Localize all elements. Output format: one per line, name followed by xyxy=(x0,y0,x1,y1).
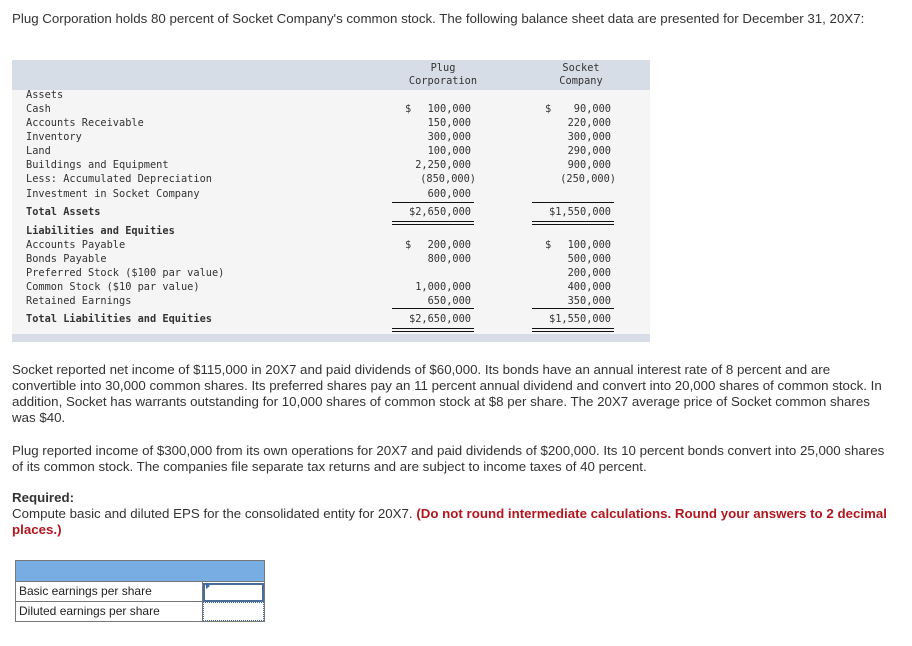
plug-value: 1,000,000 xyxy=(415,281,471,293)
row-label: Cash xyxy=(26,103,51,115)
plug-value: 600,000 xyxy=(427,188,471,200)
table-row: Inventory 300,000 300,000 xyxy=(12,130,650,144)
row-label: Bonds Payable xyxy=(26,253,107,265)
plug-value: (850,000) xyxy=(420,173,476,185)
plug-info-paragraph: Plug reported income of $300,000 from it… xyxy=(12,443,885,474)
row-label: Inventory xyxy=(26,131,82,143)
table-row: Buildings and Equipment 2,250,000 900,00… xyxy=(12,158,650,172)
basic-eps-input[interactable] xyxy=(203,583,264,602)
total-double-rule xyxy=(532,328,614,332)
balance-sheet-table: Plug Corporation Socket Company Assets C… xyxy=(12,60,650,342)
row-label: Accounts Payable xyxy=(26,239,126,251)
socket-value: 400,000 xyxy=(567,281,611,293)
table-row: Accounts Receivable 150,000 220,000 xyxy=(12,116,650,130)
answer-table: Basic earnings per share Diluted earning… xyxy=(15,560,265,622)
row-label: Less: Accumulated Depreciation xyxy=(26,173,212,185)
socket-value: 350,000 xyxy=(567,295,611,307)
liabilities-heading-row: Liabilities and Equities xyxy=(12,224,650,238)
row-label: Buildings and Equipment xyxy=(26,159,169,171)
total-double-rule xyxy=(392,328,474,332)
socket-value: 200,000 xyxy=(567,267,611,279)
socket-value: $1,550,000 xyxy=(549,206,611,218)
subtotal-rule xyxy=(392,202,474,203)
socket-value: (250,000) xyxy=(560,173,616,185)
socket-value: $1,550,000 xyxy=(549,313,611,325)
problem-intro: Plug Corporation holds 80 percent of Soc… xyxy=(12,11,865,26)
plug-value: 100,000 xyxy=(427,145,471,157)
plug-value: 800,000 xyxy=(427,253,471,265)
socket-value: 900,000 xyxy=(567,159,611,171)
socket-value: 220,000 xyxy=(567,117,611,129)
plug-value: 300,000 xyxy=(427,131,471,143)
answer-table-header xyxy=(16,561,264,582)
row-label: Total Assets xyxy=(26,206,101,218)
table-row: Common Stock ($10 par value) 1,000,000 4… xyxy=(12,280,650,294)
row-label: Common Stock ($10 par value) xyxy=(26,281,200,293)
plug-value: 2,250,000 xyxy=(415,159,471,171)
required-text: Compute basic and diluted EPS for the co… xyxy=(12,506,892,538)
diluted-eps-label: Diluted earnings per share xyxy=(16,602,203,621)
balance-sheet-footer xyxy=(12,334,650,342)
required-question: Compute basic and diluted EPS for the co… xyxy=(12,506,417,521)
diluted-eps-input[interactable] xyxy=(203,602,264,621)
section-heading: Liabilities and Equities xyxy=(26,225,175,237)
table-row: Accounts Payable $ 200,000 $ 100,000 xyxy=(12,238,650,252)
table-row: Preferred Stock ($100 par value) 200,000 xyxy=(12,266,650,280)
socket-value: 300,000 xyxy=(567,131,611,143)
socket-info-paragraph: Socket reported net income of $115,000 i… xyxy=(12,362,882,425)
socket-value: 100,000 xyxy=(567,239,611,251)
socket-value: 500,000 xyxy=(567,253,611,265)
plug-value: 200,000 xyxy=(427,239,471,251)
table-row: Bonds Payable 800,000 500,000 xyxy=(12,252,650,266)
subtotal-rule xyxy=(392,308,474,309)
row-label: Preferred Stock ($100 par value) xyxy=(26,267,225,279)
plug-value: 650,000 xyxy=(427,295,471,307)
answer-row-basic-eps: Basic earnings per share xyxy=(16,582,264,602)
subtotal-rule xyxy=(532,308,614,309)
plug-value: 100,000 xyxy=(427,103,471,115)
required-label: Required: xyxy=(12,490,75,505)
plug-value: $2,650,000 xyxy=(409,206,471,218)
table-row: Retained Earnings 650,000 350,000 xyxy=(12,294,650,308)
row-label: Total Liabilities and Equities xyxy=(26,313,212,325)
table-row: Land 100,000 290,000 xyxy=(12,144,650,158)
plug-value: $2,650,000 xyxy=(409,313,471,325)
column-header-socket: Socket Company xyxy=(559,62,603,87)
socket-value: 290,000 xyxy=(567,145,611,157)
table-row: Less: Accumulated Depreciation (850,000)… xyxy=(12,172,650,186)
answer-row-diluted-eps: Diluted earnings per share xyxy=(16,601,264,621)
total-liabilities-row: Total Liabilities and Equities $2,650,00… xyxy=(12,312,650,326)
total-assets-row: Total Assets $2,650,000 $1,550,000 xyxy=(12,205,650,219)
row-label: Land xyxy=(26,145,51,157)
socket-value: 90,000 xyxy=(573,103,611,115)
row-label: Accounts Receivable xyxy=(26,117,144,129)
active-cell-flag-icon xyxy=(206,583,210,589)
table-row: Investment in Socket Company 600,000 xyxy=(12,187,650,201)
assets-heading-row: Assets xyxy=(12,88,650,102)
plug-value: 150,000 xyxy=(427,117,471,129)
row-label: Investment in Socket Company xyxy=(26,188,200,200)
table-row: Cash $ 100,000 $ 90,000 xyxy=(12,102,650,116)
section-heading: Assets xyxy=(26,89,64,101)
row-label: Retained Earnings xyxy=(26,295,132,307)
subtotal-rule xyxy=(532,202,614,203)
balance-sheet-header: Plug Corporation Socket Company xyxy=(12,60,650,90)
basic-eps-label: Basic earnings per share xyxy=(16,582,203,601)
column-header-plug: Plug Corporation xyxy=(408,62,478,87)
